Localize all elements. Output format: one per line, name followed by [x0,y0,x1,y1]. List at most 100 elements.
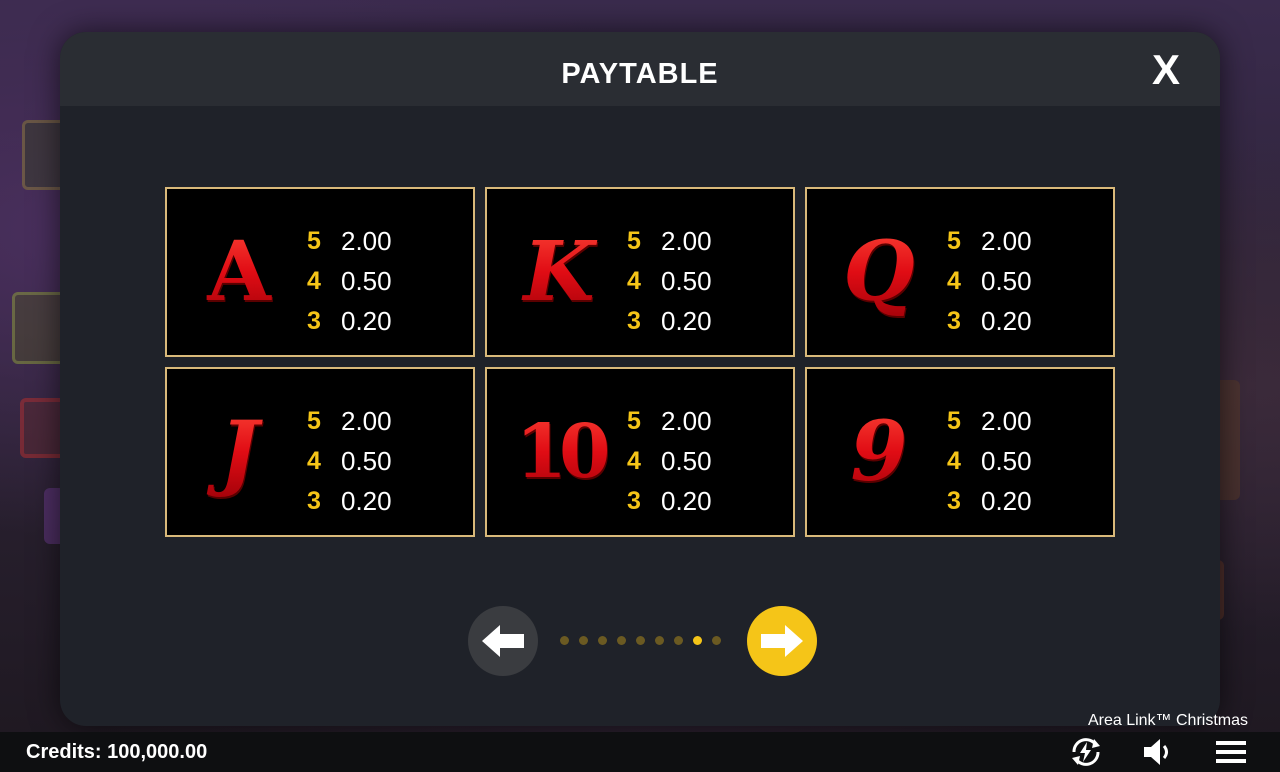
pay-value: 0.50 [981,265,1032,296]
pay-row: 3 0.20 [627,481,712,521]
page-dot[interactable] [636,636,645,645]
pay-count: 5 [627,406,641,435]
pay-value: 0.50 [341,445,392,476]
close-button[interactable]: X [1146,48,1186,92]
page-dot[interactable] [598,636,607,645]
pay-row: 3 0.20 [627,301,712,341]
pay-row: 4 0.50 [947,441,1032,481]
symbol-a: A [189,217,289,327]
pay-count: 3 [307,486,321,515]
pay-count: 4 [627,266,641,295]
pay-count: 4 [627,446,641,475]
pay-count: 3 [307,306,321,335]
modal-header: PAYTABLE X [60,32,1220,106]
pay-count: 4 [307,446,321,475]
pay-row: 4 0.50 [947,261,1032,301]
credits-display: Credits: 100,000.00 [26,741,208,763]
pay-count: 4 [947,266,961,295]
page-indicator-dots [560,636,731,646]
pay-count: 3 [627,306,641,335]
pay-value: 2.00 [341,225,392,256]
status-bar: Credits: 100,000.00 [0,732,1280,772]
page-dot[interactable] [674,636,683,645]
arrow-right-icon [761,625,803,657]
pay-count: 3 [947,486,961,515]
pay-value: 0.20 [661,305,712,336]
page-dot[interactable] [560,636,569,645]
page-dot-active[interactable] [693,636,702,645]
pay-value: 2.00 [661,225,712,256]
paytable-card-k: K 5 2.00 4 0.50 3 0.20 [485,187,795,357]
paytable-grid: A 5 2.00 4 0.50 3 0.20 K 5 2.00 4 0.50 3 0.20 … [165,187,1115,537]
symbol-j: J [189,397,289,507]
paytable-card-10: 10 5 2.00 4 0.50 3 0.20 [485,367,795,537]
paytable-card-j: J 5 2.00 4 0.50 3 0.20 [165,367,475,537]
symbol-9: 9 [829,397,929,507]
page-dot[interactable] [712,636,721,645]
pay-row: 4 0.50 [627,261,712,301]
page-dot[interactable] [579,636,588,645]
speaker-icon [1144,739,1168,765]
symbol-q: Q [829,217,929,327]
pay-count: 3 [627,486,641,515]
pay-count: 4 [307,266,321,295]
pay-value: 0.50 [981,445,1032,476]
pay-value: 2.00 [981,405,1032,436]
modal-title: PAYTABLE [561,58,719,90]
pay-row: 5 2.00 [307,221,392,261]
pay-row: 5 2.00 [947,221,1032,261]
pay-count: 5 [307,226,321,255]
arrow-left-icon [482,625,524,657]
pay-value: 0.20 [341,305,392,336]
page-dot[interactable] [655,636,664,645]
pay-count: 4 [947,446,961,475]
pay-list: 5 2.00 4 0.50 3 0.20 [627,221,712,341]
next-page-button[interactable] [747,606,817,676]
pay-count: 5 [947,226,961,255]
turbo-spin-button[interactable] [1068,736,1104,768]
pay-list: 5 2.00 4 0.50 3 0.20 [307,221,392,341]
pay-row: 5 2.00 [307,401,392,441]
symbol-k: K [509,217,609,327]
pay-value: 0.20 [341,485,392,516]
pay-value: 2.00 [981,225,1032,256]
pay-row: 5 2.00 [627,221,712,261]
symbol-10: 10 [509,397,611,507]
pay-list: 5 2.00 4 0.50 3 0.20 [627,401,712,521]
pay-row: 4 0.50 [307,261,392,301]
sound-button[interactable] [1140,736,1176,768]
pay-value: 0.50 [341,265,392,296]
pay-row: 5 2.00 [627,401,712,441]
pay-row: 4 0.50 [307,441,392,481]
pay-value: 0.20 [661,485,712,516]
pay-row: 3 0.20 [307,301,392,341]
paytable-card-q: Q 5 2.00 4 0.50 3 0.20 [805,187,1115,357]
paytable-card-a: A 5 2.00 4 0.50 3 0.20 [165,187,475,357]
pay-list: 5 2.00 4 0.50 3 0.20 [307,401,392,521]
pay-value: 0.20 [981,305,1032,336]
paytable-card-9: 9 5 2.00 4 0.50 3 0.20 [805,367,1115,537]
pay-row: 3 0.20 [947,301,1032,341]
pay-count: 5 [627,226,641,255]
pay-count: 5 [307,406,321,435]
pay-value: 0.50 [661,445,712,476]
turbo-spin-icon [1072,738,1100,766]
pay-row: 3 0.20 [307,481,392,521]
pay-value: 2.00 [661,405,712,436]
pay-value: 0.20 [981,485,1032,516]
pay-count: 3 [947,306,961,335]
pay-row: 3 0.20 [947,481,1032,521]
game-name-label: Area Link™ Christmas [1087,712,1248,729]
pay-list: 5 2.00 4 0.50 3 0.20 [947,401,1032,521]
page-navigation [60,606,1220,676]
pay-value: 0.50 [661,265,712,296]
menu-button[interactable] [1213,736,1249,768]
previous-page-button[interactable] [468,606,538,676]
pay-value: 2.00 [341,405,392,436]
pay-row: 5 2.00 [947,401,1032,441]
pay-count: 5 [947,406,961,435]
paytable-modal: PAYTABLE X A 5 2.00 4 0.50 3 0.20 K 5 2.00 4… [60,32,1220,726]
page-dot[interactable] [617,636,626,645]
pay-list: 5 2.00 4 0.50 3 0.20 [947,221,1032,341]
pay-row: 4 0.50 [627,441,712,481]
